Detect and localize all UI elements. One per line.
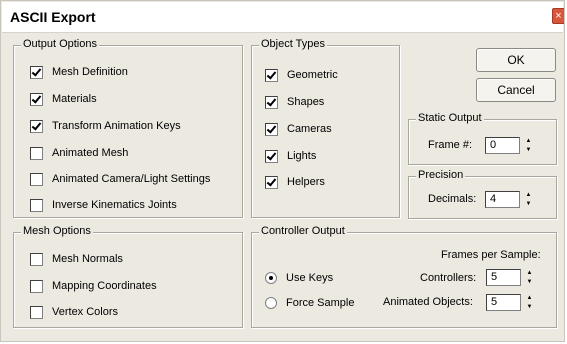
title-bar: ASCII Export × — [2, 2, 564, 33]
checkbox-checked-icon[interactable] — [265, 122, 278, 136]
checkbox-unchecked-icon[interactable] — [30, 172, 43, 186]
inverse-kinematics-joints-label: Inverse Kinematics Joints — [52, 199, 177, 211]
materials-label: Materials — [52, 93, 97, 105]
radio-unselected-icon[interactable] — [265, 297, 277, 309]
cameras-label: Cameras — [287, 123, 332, 135]
controllers-spinner: 5 ▲ ▼ — [486, 269, 535, 286]
cancel-button[interactable]: Cancel — [476, 78, 556, 102]
frame-number-field[interactable]: 0 — [485, 137, 520, 154]
spinner-arrows[interactable]: ▲ ▼ — [523, 191, 534, 208]
transform-animation-keys-option[interactable]: Transform Animation Keys — [30, 118, 181, 134]
controllers-label: Controllers: — [420, 272, 477, 284]
spinner-arrows[interactable]: ▲ ▼ — [524, 294, 535, 311]
checkbox-checked-icon[interactable] — [265, 68, 278, 82]
force-sample-option[interactable]: Force Sample — [265, 295, 354, 311]
decimals-spinner: 4 ▲ ▼ — [485, 191, 534, 208]
ok-button[interactable]: OK — [476, 48, 556, 72]
lights-label: Lights — [287, 150, 317, 162]
spinner-arrows[interactable]: ▲ ▼ — [523, 137, 534, 154]
shapes-option[interactable]: Shapes — [265, 94, 324, 110]
inverse-kinematics-joints-option[interactable]: Inverse Kinematics Joints — [30, 197, 177, 213]
cameras-option[interactable]: Cameras — [265, 121, 332, 137]
checkbox-checked-icon[interactable] — [265, 95, 278, 109]
mesh-definition-label: Mesh Definition — [52, 66, 128, 78]
checkbox-unchecked-icon[interactable] — [30, 279, 43, 293]
static-output-group: Static Output Frame #: 0 ▲ ▼ — [408, 112, 557, 165]
mesh-options-legend: Mesh Options — [21, 225, 93, 237]
precision-group: Precision Decimals: 4 ▲ ▼ — [408, 169, 557, 219]
decimals-field[interactable]: 4 — [485, 191, 520, 208]
radio-selected-icon[interactable] — [265, 272, 277, 284]
checkbox-unchecked-icon[interactable] — [30, 146, 43, 160]
animated-mesh-label: Animated Mesh — [52, 147, 129, 159]
checkbox-unchecked-icon[interactable] — [30, 252, 43, 266]
checkbox-unchecked-icon[interactable] — [30, 305, 43, 319]
mesh-options-group: Mesh Options Mesh Normals Mapping Coordi… — [13, 225, 243, 328]
spinner-arrows[interactable]: ▲ ▼ — [524, 269, 535, 286]
checkbox-checked-icon[interactable] — [30, 92, 43, 106]
frame-number-label: Frame #: — [428, 139, 473, 151]
dialog-title: ASCII Export — [10, 9, 96, 25]
close-button[interactable]: × — [552, 8, 564, 24]
helpers-option[interactable]: Helpers — [265, 174, 325, 190]
spinner-up-icon[interactable]: ▲ — [523, 137, 534, 145]
animated-objects-label: Animated Objects: — [383, 296, 473, 308]
object-types-group: Object Types Geometric Shapes Cameras Li… — [251, 38, 400, 218]
spinner-up-icon[interactable]: ▲ — [523, 191, 534, 199]
geometric-label: Geometric — [287, 69, 338, 81]
precision-legend: Precision — [416, 169, 466, 181]
checkbox-checked-icon[interactable] — [30, 119, 43, 133]
mesh-definition-option[interactable]: Mesh Definition — [30, 64, 128, 80]
mesh-normals-label: Mesh Normals — [52, 253, 123, 265]
checkbox-checked-icon[interactable] — [265, 149, 278, 163]
spinner-up-icon[interactable]: ▲ — [524, 294, 535, 302]
static-output-legend: Static Output — [416, 112, 484, 124]
helpers-label: Helpers — [287, 176, 325, 188]
vertex-colors-label: Vertex Colors — [52, 306, 119, 318]
animated-objects-spinner: 5 ▲ ▼ — [486, 294, 535, 311]
spinner-down-icon[interactable]: ▼ — [524, 278, 535, 286]
frames-per-sample-label: Frames per Sample: — [441, 249, 541, 261]
checkbox-checked-icon[interactable] — [265, 175, 278, 189]
spinner-down-icon[interactable]: ▼ — [524, 303, 535, 311]
animated-mesh-option[interactable]: Animated Mesh — [30, 145, 128, 161]
animated-objects-field[interactable]: 5 — [486, 294, 521, 311]
mapping-coordinates-label: Mapping Coordinates — [52, 280, 157, 292]
checkbox-checked-icon[interactable] — [30, 65, 43, 79]
animated-camera-light-settings-option[interactable]: Animated Camera/Light Settings — [30, 171, 210, 187]
controller-output-legend: Controller Output — [259, 225, 347, 237]
mesh-normals-option[interactable]: Mesh Normals — [30, 251, 123, 267]
animated-camera-light-settings-label: Animated Camera/Light Settings — [52, 173, 211, 185]
output-options-group: Output Options Mesh Definition Materials… — [13, 38, 243, 218]
controller-output-group: Controller Output Frames per Sample: Use… — [251, 225, 557, 328]
mapping-coordinates-option[interactable]: Mapping Coordinates — [30, 278, 157, 294]
lights-option[interactable]: Lights — [265, 148, 316, 164]
spinner-up-icon[interactable]: ▲ — [524, 269, 535, 277]
decimals-label: Decimals: — [428, 193, 477, 205]
spinner-down-icon[interactable]: ▼ — [523, 200, 534, 208]
shapes-label: Shapes — [287, 96, 325, 108]
controllers-field[interactable]: 5 — [486, 269, 521, 286]
frame-number-spinner: 0 ▲ ▼ — [485, 137, 534, 154]
output-options-legend: Output Options — [21, 38, 99, 50]
materials-option[interactable]: Materials — [30, 91, 97, 107]
force-sample-label: Force Sample — [286, 297, 355, 309]
spinner-down-icon[interactable]: ▼ — [523, 146, 534, 154]
use-keys-label: Use Keys — [286, 272, 334, 284]
use-keys-option[interactable]: Use Keys — [265, 270, 333, 286]
geometric-option[interactable]: Geometric — [265, 67, 338, 83]
vertex-colors-option[interactable]: Vertex Colors — [30, 304, 118, 320]
ascii-export-dialog: ASCII Export × Output Options Mesh Defin… — [0, 0, 565, 342]
checkbox-unchecked-icon[interactable] — [30, 198, 43, 212]
object-types-legend: Object Types — [259, 38, 327, 50]
transform-animation-keys-label: Transform Animation Keys — [52, 120, 181, 132]
